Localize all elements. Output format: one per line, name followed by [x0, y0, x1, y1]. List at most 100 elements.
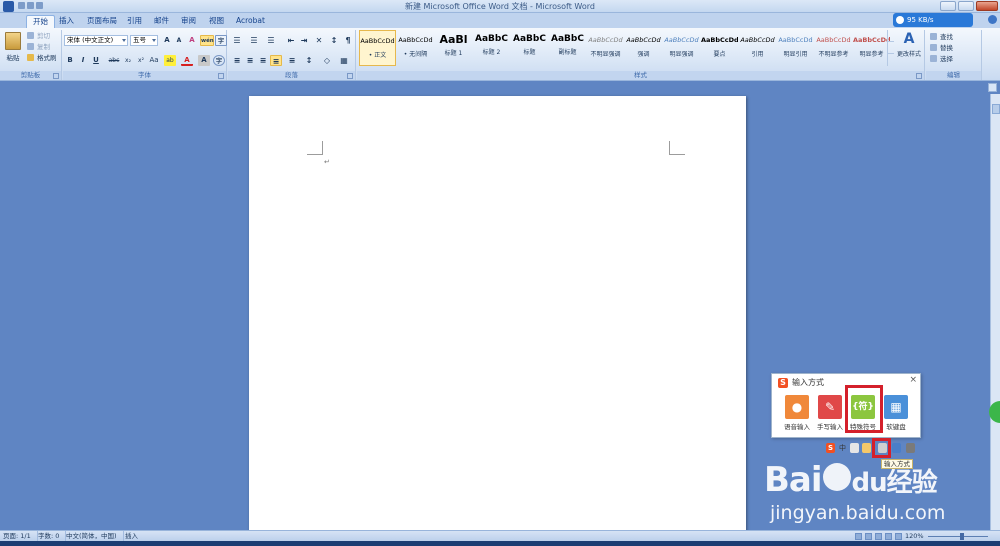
- replace-icon: [930, 44, 937, 51]
- align-right-button[interactable]: ≡: [257, 55, 269, 66]
- tab-mailings[interactable]: 邮件: [148, 15, 175, 28]
- numbering-button[interactable]: ☰: [248, 35, 260, 46]
- ruler-toggle-icon[interactable]: [988, 83, 997, 92]
- style-intense-emphasis[interactable]: AaBbCcDd 明显强调: [663, 30, 700, 66]
- outline-view-icon[interactable]: [885, 533, 892, 540]
- sogou-logo-icon[interactable]: S: [826, 443, 835, 453]
- web-layout-view-icon[interactable]: [875, 533, 882, 540]
- style-subtitle[interactable]: AaBbC 副标题: [549, 30, 586, 66]
- style-heading-2[interactable]: AaBbC 标题 2: [473, 30, 510, 66]
- increase-indent-button[interactable]: ⇥: [298, 35, 310, 46]
- title-bar: 新建 Microsoft Office Word 文档 - Microsoft …: [0, 0, 1000, 13]
- change-case-button[interactable]: Aa: [148, 55, 160, 66]
- decrease-indent-button[interactable]: ⇤: [285, 35, 297, 46]
- bullets-button[interactable]: ☰: [231, 35, 243, 46]
- bold-button[interactable]: B: [64, 55, 76, 66]
- tab-view[interactable]: 视图: [203, 15, 230, 28]
- style-gallery-scroll[interactable]: [887, 30, 894, 66]
- multilevel-list-button[interactable]: ☰: [265, 35, 277, 46]
- style-heading-1[interactable]: AaBl 标题 1: [435, 30, 472, 66]
- handwriting-input-option[interactable]: ✎ 手写输入: [816, 395, 844, 431]
- document-page[interactable]: ↵: [249, 96, 746, 536]
- maximize-button[interactable]: [958, 1, 974, 11]
- close-icon[interactable]: ×: [909, 375, 917, 385]
- highlight-button[interactable]: ab: [164, 55, 176, 66]
- style-name: • 无间隔: [403, 51, 428, 58]
- style-sample: AaBbCcDd: [701, 36, 738, 44]
- paragraph-launcher[interactable]: [347, 73, 353, 79]
- style-intense-reference[interactable]: AaBbCcDd 明显参考: [853, 30, 890, 66]
- font-launcher[interactable]: [218, 73, 224, 79]
- font-size-select[interactable]: 五号: [130, 35, 158, 46]
- emoji-icon[interactable]: [862, 443, 871, 453]
- clipboard-launcher[interactable]: [53, 73, 59, 79]
- style-emphasis[interactable]: AaBbCcDd 强调: [625, 30, 662, 66]
- superscript-button[interactable]: x²: [135, 55, 147, 66]
- tab-acrobat[interactable]: Acrobat: [230, 15, 271, 28]
- paste-button[interactable]: 粘贴: [4, 32, 22, 68]
- borders-button[interactable]: ▦: [338, 55, 350, 66]
- style-normal[interactable]: AaBbCcDd • 正文: [359, 30, 396, 66]
- close-button[interactable]: [976, 1, 998, 11]
- align-left-button[interactable]: ≡: [231, 55, 243, 66]
- style-subtle-reference[interactable]: AaBbCcDd 不明显参考: [815, 30, 852, 66]
- enclose-char-button[interactable]: 字: [213, 55, 225, 66]
- wrench-icon[interactable]: [906, 443, 915, 453]
- tab-insert[interactable]: 插入: [53, 15, 80, 28]
- punctuation-icon[interactable]: [850, 443, 859, 453]
- justify-button[interactable]: ≡: [270, 55, 282, 66]
- line-spacing-button[interactable]: ↕: [303, 55, 315, 66]
- font-name-select[interactable]: 宋体 (中文正文): [64, 35, 128, 46]
- zoom-slider-knob[interactable]: [960, 533, 964, 540]
- tab-page-layout[interactable]: 页面布局: [81, 15, 123, 28]
- style-intense-quote[interactable]: AaBbCcDd 明显引用: [777, 30, 814, 66]
- tab-review[interactable]: 审阅: [175, 15, 202, 28]
- chinese-layout-button[interactable]: ✕: [313, 35, 325, 46]
- find-button[interactable]: 查找: [930, 32, 953, 42]
- char-shading-button[interactable]: A: [198, 55, 210, 66]
- char-border-button[interactable]: 字: [215, 35, 227, 46]
- select-button[interactable]: 选择: [930, 54, 953, 64]
- draft-view-icon[interactable]: [895, 533, 902, 540]
- shading-button[interactable]: ◇: [321, 55, 333, 66]
- help-icon[interactable]: [988, 15, 997, 24]
- strikethrough-button[interactable]: abc: [107, 55, 121, 66]
- show-marks-button[interactable]: ¶: [342, 35, 354, 46]
- clear-format-button[interactable]: A: [186, 35, 198, 46]
- font-color-button[interactable]: A: [181, 55, 193, 66]
- format-painter-button[interactable]: 格式刷: [27, 53, 57, 63]
- italic-button[interactable]: I: [77, 55, 89, 66]
- replace-button[interactable]: 替换: [930, 43, 953, 53]
- print-layout-view-icon[interactable]: [855, 533, 862, 540]
- tab-references[interactable]: 引用: [121, 15, 148, 28]
- network-speed-badge: 95 KB/s: [893, 13, 973, 27]
- align-center-button[interactable]: ≡: [244, 55, 256, 66]
- grow-font-button[interactable]: A: [161, 35, 173, 46]
- sort-button[interactable]: ↕: [328, 35, 340, 46]
- style-name: 明显参考: [859, 51, 884, 58]
- cut-button[interactable]: 剪切: [27, 31, 50, 41]
- style-subtle-emphasis[interactable]: AaBbCcDd 不明显强调: [587, 30, 624, 66]
- ime-lang-toggle[interactable]: 中: [838, 443, 847, 453]
- tab-home[interactable]: 开始: [26, 15, 55, 28]
- phonetic-guide-button[interactable]: wén: [200, 35, 214, 46]
- styles-launcher[interactable]: [916, 73, 922, 79]
- style-sample: AaBbCcDd: [778, 36, 813, 44]
- distribute-button[interactable]: ≡: [286, 55, 298, 66]
- skin-icon[interactable]: [892, 443, 901, 453]
- soft-keyboard-option[interactable]: ▦ 软键盘: [882, 395, 910, 431]
- full-screen-view-icon[interactable]: [865, 533, 872, 540]
- minimize-button[interactable]: [940, 1, 956, 11]
- style-quote[interactable]: AaBbCcDd 引用: [739, 30, 776, 66]
- underline-button[interactable]: U: [90, 55, 102, 66]
- scroll-thumb[interactable]: [992, 104, 1000, 114]
- copy-button[interactable]: 复制: [27, 42, 50, 52]
- shrink-font-button[interactable]: A: [173, 35, 185, 46]
- change-styles-button[interactable]: A 更改样式: [894, 30, 924, 68]
- subscript-button[interactable]: x₂: [122, 55, 134, 66]
- style-title[interactable]: AaBbC 标题: [511, 30, 548, 66]
- voice-input-option[interactable]: ● 语音输入: [783, 395, 811, 431]
- style-strong[interactable]: AaBbCcDd 要点: [701, 30, 738, 66]
- zoom-slider[interactable]: [928, 533, 988, 540]
- style-no-spacing[interactable]: AaBbCcDd • 无间隔: [397, 30, 434, 66]
